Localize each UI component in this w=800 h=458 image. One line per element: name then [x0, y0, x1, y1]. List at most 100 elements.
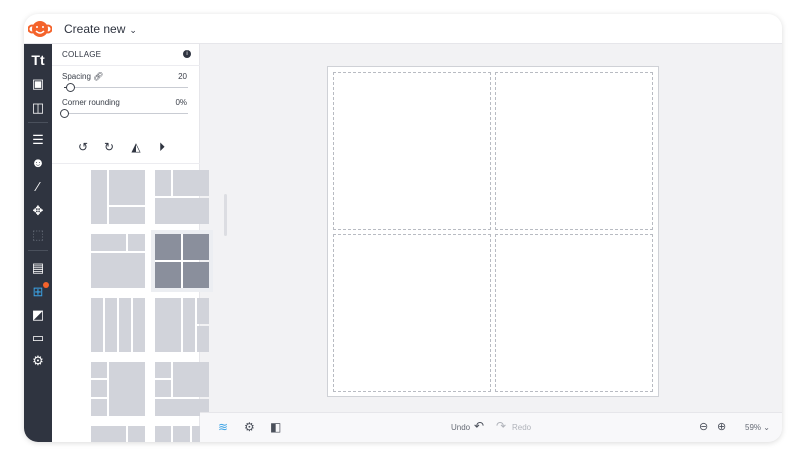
- text-tool-icon[interactable]: Tt: [28, 50, 48, 70]
- link-icon[interactable]: 🔗︎: [93, 72, 103, 81]
- flip-horizontal-icon[interactable]: ◭: [129, 140, 143, 154]
- layout-cell: [197, 326, 209, 352]
- layout-cell: [91, 170, 107, 224]
- layout-cell: [173, 426, 190, 442]
- redo-icon[interactable]: ↷: [496, 419, 506, 433]
- create-new-label: Create new: [64, 22, 126, 36]
- header: Create new ⌄: [24, 14, 782, 44]
- zoom-value: 59%: [745, 423, 762, 432]
- layout-cell: [91, 426, 126, 442]
- collage-cell[interactable]: [495, 72, 653, 230]
- divider: [28, 122, 48, 123]
- layout-cell: [183, 298, 195, 352]
- layout-cell: [91, 362, 107, 378]
- backgrounds-icon[interactable]: ▤: [28, 258, 48, 278]
- effects-wand-icon[interactable]: ⁄: [28, 177, 48, 197]
- layout-cell: [173, 170, 209, 196]
- zoom-select[interactable]: 59% ⌄: [745, 423, 770, 432]
- collage-glyph: ⊞: [32, 284, 44, 299]
- info-icon[interactable]: i: [183, 50, 191, 58]
- divider: [52, 163, 200, 164]
- layout-cell: [91, 380, 107, 397]
- layout-cell: [133, 298, 145, 352]
- layout-cell: [183, 234, 209, 260]
- collage-cell[interactable]: [495, 234, 653, 392]
- chevron-down-icon: ⌄: [763, 423, 770, 432]
- app-window: Create new ⌄ Tt ▣ ◫ ☰ ☻ ⁄ ✥ ⬚ ▤ ⊞ ◩ ▭ ⚙ C…: [24, 14, 782, 442]
- layout-cell: [155, 298, 181, 352]
- photo-tool-icon[interactable]: ▣: [28, 74, 48, 94]
- layout-cell: [183, 262, 209, 288]
- layout-cell: [91, 399, 107, 416]
- layout-thumbnail[interactable]: [91, 234, 145, 288]
- layout-cell: [155, 170, 171, 196]
- collage-cell[interactable]: [333, 72, 491, 230]
- layout-cell: [91, 298, 103, 352]
- collage-cell[interactable]: [333, 234, 491, 392]
- textures-icon[interactable]: ✥: [28, 201, 48, 221]
- spacing-label-text: Spacing: [62, 72, 91, 81]
- layout-thumbnail-selected[interactable]: [151, 230, 213, 292]
- corner-rounding-label: Corner rounding: [62, 98, 120, 107]
- comments-icon[interactable]: ▭: [28, 328, 48, 348]
- sidebar: Tt ▣ ◫ ☰ ☻ ⁄ ✥ ⬚ ▤ ⊞ ◩ ▭ ⚙: [24, 44, 52, 442]
- divider: [52, 65, 200, 66]
- spacing-label: Spacing 🔗︎: [62, 72, 103, 81]
- shapes-tool-icon[interactable]: ◫: [28, 98, 48, 118]
- layout-thumbnail[interactable]: [155, 170, 209, 224]
- undo-icon[interactable]: ↶: [474, 419, 484, 433]
- layout-cell: [155, 426, 171, 442]
- layout-cell: [91, 234, 126, 251]
- flip-vertical-icon[interactable]: ⏵: [155, 140, 169, 154]
- rotate-left-icon[interactable]: ↺: [76, 140, 90, 154]
- collage-canvas[interactable]: [327, 66, 659, 397]
- notification-badge: [43, 282, 49, 288]
- divider: [28, 250, 48, 251]
- layers-icon[interactable]: ≋: [218, 420, 228, 434]
- touch-up-tool-icon[interactable]: ☻: [28, 153, 48, 173]
- corner-rounding-slider[interactable]: [60, 109, 188, 118]
- layout-thumbnail[interactable]: [91, 170, 145, 224]
- layout-thumbnail[interactable]: [91, 362, 145, 416]
- compare-icon[interactable]: ◧: [270, 420, 281, 434]
- chevron-down-icon: ⌄: [129, 25, 137, 35]
- slider-knob[interactable]: [60, 109, 69, 118]
- layout-thumbnail[interactable]: [91, 426, 145, 442]
- layout-cell: [128, 234, 145, 251]
- collage-panel: COLLAGE i Spacing 🔗︎ 20 Corner rounding …: [52, 44, 227, 442]
- layout-cell: [119, 298, 131, 352]
- layout-thumbnail[interactable]: [155, 298, 209, 352]
- undo-label[interactable]: Undo: [451, 423, 470, 432]
- adjust-tool-icon[interactable]: ☰: [28, 130, 48, 150]
- layout-cell: [91, 253, 145, 288]
- frames-icon[interactable]: ⬚: [28, 225, 48, 245]
- layout-thumbnail[interactable]: [155, 362, 209, 416]
- spacing-slider[interactable]: [64, 83, 188, 92]
- layout-cell: [155, 234, 181, 260]
- layout-cell: [105, 298, 117, 352]
- panel-scrollbar[interactable]: [224, 194, 227, 236]
- panel-title: COLLAGE: [62, 50, 102, 59]
- settings-gear-icon[interactable]: ⚙: [244, 420, 255, 434]
- collage-icon[interactable]: ⊞: [28, 282, 49, 302]
- monkey-logo-icon[interactable]: [28, 18, 52, 40]
- rotate-right-icon[interactable]: ↻: [102, 140, 116, 154]
- spacing-value: 20: [178, 72, 187, 81]
- layout-cell: [155, 380, 171, 397]
- layout-cell: [155, 362, 171, 378]
- layout-thumbnail[interactable]: [91, 298, 145, 352]
- bottom-toolbar: ≋ ⚙ ◧ Undo ↶ ↷ Redo ⊖ ⊕ 59% ⌄: [200, 412, 782, 442]
- layout-cell: [109, 170, 145, 205]
- layout-cell: [128, 426, 145, 442]
- layout-cell: [155, 198, 209, 224]
- graphics-icon[interactable]: ◩: [28, 305, 48, 325]
- zoom-out-icon[interactable]: ⊖: [699, 420, 708, 433]
- layout-cell: [109, 362, 145, 416]
- create-new-menu[interactable]: Create new ⌄: [64, 22, 137, 36]
- layout-cell: [109, 207, 145, 224]
- zoom-in-icon[interactable]: ⊕: [717, 420, 726, 433]
- layout-cell: [197, 298, 209, 324]
- slider-knob[interactable]: [66, 83, 76, 92]
- redo-label[interactable]: Redo: [512, 423, 531, 432]
- settings-gear-icon[interactable]: ⚙: [28, 351, 48, 371]
